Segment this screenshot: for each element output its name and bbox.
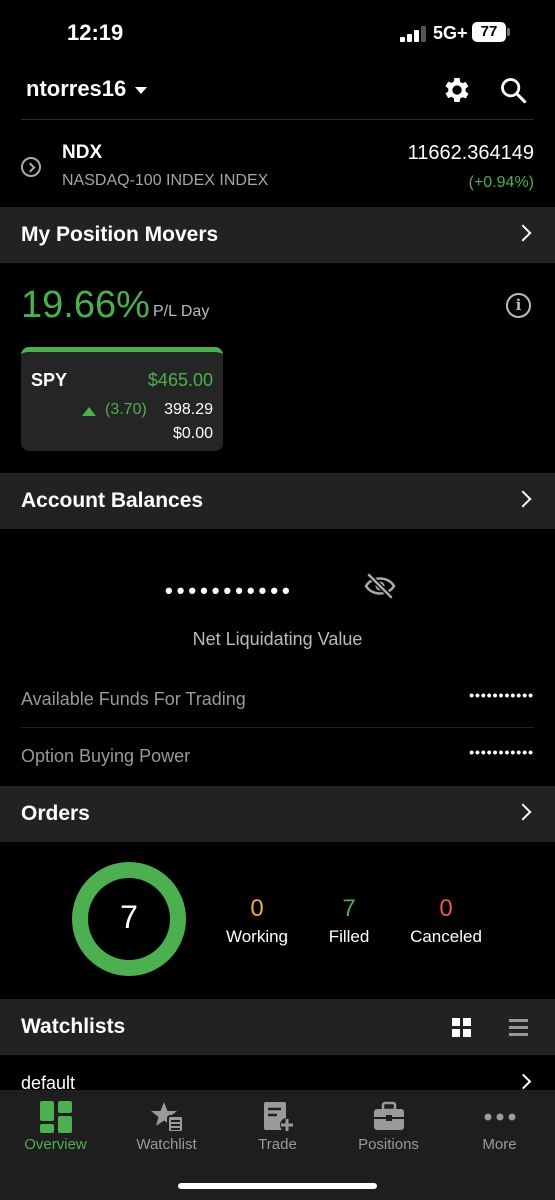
- section-title: My Position Movers: [21, 223, 219, 246]
- overview-icon: [40, 1101, 72, 1133]
- home-indicator[interactable]: [178, 1183, 377, 1189]
- chevron-right-icon[interactable]: [514, 224, 532, 242]
- tab-label: Overview: [24, 1136, 87, 1153]
- tab-label: Trade: [258, 1136, 297, 1153]
- chevron-circle-icon[interactable]: [21, 157, 41, 177]
- tab-label: Watchlist: [136, 1136, 197, 1153]
- tab-label: More: [482, 1136, 517, 1153]
- index-change: (+0.94%): [468, 174, 534, 191]
- index-symbol: NDX: [62, 142, 103, 163]
- index-price: 11662.364149: [407, 142, 534, 164]
- tab-label: Positions: [358, 1136, 419, 1153]
- card-delta: (3.70): [105, 401, 147, 418]
- tab-overview[interactable]: Overview: [0, 1090, 111, 1160]
- chevron-right-icon[interactable]: [515, 1073, 532, 1090]
- pl-day-percent: 19.66%: [21, 284, 150, 326]
- stat-label: Canceled: [410, 927, 482, 946]
- card-symbol: SPY: [31, 370, 68, 390]
- section-title: Watchlists: [21, 1015, 126, 1038]
- masked-net-liq: •••••••••••: [165, 578, 294, 603]
- chevron-right-icon[interactable]: [514, 803, 532, 821]
- net-liq-label: Net Liquidating Value: [192, 629, 363, 649]
- up-arrow-icon: [82, 407, 96, 416]
- trade-icon: [264, 1102, 294, 1132]
- positions-icon: [374, 1101, 404, 1130]
- orders-stat-canceled[interactable]: 0 Canceled: [386, 895, 506, 947]
- section-title: Orders: [21, 802, 90, 825]
- tab-trade[interactable]: Trade: [222, 1090, 333, 1160]
- pl-day-label: P/L Day: [153, 303, 210, 320]
- index-description: NASDAQ-100 INDEX INDEX: [62, 172, 269, 189]
- balance-label: Available Funds For Trading: [21, 689, 246, 709]
- status-time: 12:19: [67, 20, 124, 45]
- card-value: $465.00: [147, 370, 213, 390]
- section-orders[interactable]: Orders: [0, 786, 555, 842]
- more-icon: [484, 1113, 516, 1121]
- watchlist-item-default[interactable]: default: [21, 1070, 534, 1093]
- section-account-balances[interactable]: Account Balances: [0, 473, 555, 529]
- balance-row: Option Buying Power •••••••••••: [21, 728, 534, 785]
- divider: [21, 119, 534, 120]
- balance-row: Available Funds For Trading •••••••••••: [21, 671, 534, 728]
- watchlist-icon: [151, 1102, 184, 1133]
- balance-value: •••••••••••: [469, 744, 534, 760]
- balance-value: •••••••••••: [469, 687, 534, 703]
- caret-down-icon[interactable]: [135, 87, 147, 94]
- signal-icon: [400, 26, 426, 42]
- balance-label: Option Buying Power: [21, 746, 191, 766]
- index-row-ndx[interactable]: NDX NASDAQ-100 INDEX INDEX 11662.364149 …: [0, 128, 555, 206]
- section-position-movers[interactable]: My Position Movers: [0, 207, 555, 263]
- section-watchlists: Watchlists: [0, 999, 555, 1055]
- section-title: Account Balances: [21, 489, 204, 512]
- search-icon[interactable]: [499, 76, 527, 104]
- tab-more[interactable]: More: [444, 1090, 555, 1160]
- orders-total: 7: [120, 899, 138, 935]
- app-header: ntorres16: [0, 64, 555, 118]
- gear-icon[interactable]: [441, 74, 473, 106]
- eye-slash-icon[interactable]: [364, 573, 396, 599]
- battery-level: 77: [472, 22, 506, 42]
- info-icon[interactable]: i: [506, 293, 531, 318]
- list-view-icon[interactable]: [509, 1019, 528, 1036]
- battery-icon: 77: [472, 22, 510, 42]
- status-bar: 12:19 5G+ 77: [0, 0, 555, 64]
- tab-positions[interactable]: Positions: [333, 1090, 444, 1160]
- position-card-spy[interactable]: SPY $465.00 (3.70) 398.29 $0.00: [21, 347, 223, 451]
- stat-count: 0: [439, 895, 453, 922]
- tab-watchlist[interactable]: Watchlist: [111, 1090, 222, 1160]
- account-selector[interactable]: ntorres16: [26, 76, 126, 102]
- card-last-price: 398.29: [164, 401, 213, 418]
- chevron-right-icon[interactable]: [514, 490, 532, 508]
- grid-view-icon[interactable]: [452, 1018, 471, 1037]
- card-pnl: $0.00: [172, 425, 213, 442]
- orders-donut[interactable]: 7: [71, 861, 187, 977]
- network-label: 5G+: [433, 23, 468, 43]
